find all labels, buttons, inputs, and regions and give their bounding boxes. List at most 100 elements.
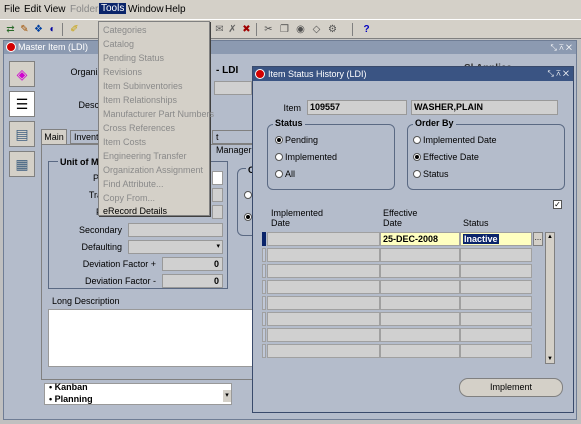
table-cell[interactable]: [267, 248, 380, 262]
row-indicator[interactable]: [262, 328, 266, 342]
edit-icon[interactable]: ✐: [68, 23, 81, 36]
menu-item-cross-references[interactable]: Cross References: [103, 123, 175, 133]
status-all-label[interactable]: All: [285, 169, 295, 179]
table-cell[interactable]: [380, 248, 460, 262]
order-effective-date-radio[interactable]: [413, 153, 421, 161]
order-implemented-date-radio[interactable]: [413, 136, 421, 144]
table-cell[interactable]: [267, 264, 380, 278]
new-icon[interactable]: ⇄: [4, 23, 17, 36]
item-detail-icon[interactable]: ☰: [9, 91, 35, 117]
window-controls-icon[interactable]: ⤡ ⊼ ✕: [548, 67, 569, 81]
table-cell[interactable]: [267, 280, 380, 294]
table-cell[interactable]: [380, 264, 460, 278]
tab-manager[interactable]: t Manager: [212, 130, 256, 155]
tab-main[interactable]: Main: [41, 129, 67, 145]
menu-item-item-costs[interactable]: Item Costs: [103, 137, 146, 147]
menu-item-mfg-part-numbers[interactable]: Manufacturer Part Numbers: [103, 109, 214, 119]
table-cell[interactable]: [267, 232, 380, 246]
table-cell[interactable]: [460, 264, 532, 278]
defaulting-select[interactable]: ▾: [128, 240, 223, 254]
table-cell[interactable]: [267, 312, 380, 326]
menu-item-subinventories[interactable]: Item Subinventories: [103, 81, 183, 91]
right-radio-1[interactable]: [244, 191, 252, 199]
table-cell[interactable]: [460, 344, 532, 358]
table-cell[interactable]: [267, 344, 380, 358]
order-status-radio[interactable]: [413, 170, 421, 178]
table-cell[interactable]: [460, 296, 532, 310]
scroll-down-icon[interactable]: ▼: [546, 355, 554, 363]
table-cell[interactable]: [460, 280, 532, 294]
attachments-icon[interactable]: ▤: [9, 121, 35, 147]
tracking-select[interactable]: [212, 188, 223, 202]
order-implemented-date-label[interactable]: Implemented Date: [423, 135, 497, 145]
copy-icon[interactable]: ❐: [278, 23, 291, 36]
table-cell[interactable]: Inactive: [460, 232, 532, 246]
table-cell[interactable]: [380, 296, 460, 310]
folder-checkbox[interactable]: ✓: [553, 200, 562, 209]
row-indicator[interactable]: [262, 312, 266, 326]
table-cell[interactable]: [380, 344, 460, 358]
scroll-up-icon[interactable]: ▲: [546, 233, 554, 241]
table-cell[interactable]: [460, 248, 532, 262]
summary-icon[interactable]: ▦: [9, 151, 35, 177]
menu-item-pending-status[interactable]: Pending Status: [103, 53, 164, 63]
status-implemented-radio[interactable]: [275, 153, 283, 161]
deviation-minus-field[interactable]: 0: [162, 274, 223, 288]
row-indicator[interactable]: [262, 296, 266, 310]
item-list-icon[interactable]: ◈: [9, 61, 35, 87]
list-item[interactable]: • Kanban: [49, 382, 88, 393]
menu-item-engineering-transfer[interactable]: Engineering Transfer: [103, 151, 187, 161]
long-description-field[interactable]: [48, 309, 256, 367]
menu-item-copy-from[interactable]: Copy From...: [103, 193, 155, 203]
secondary-field[interactable]: [128, 223, 223, 237]
menu-item-revisions[interactable]: Revisions: [103, 67, 142, 77]
folder-icon[interactable]: ◇: [310, 23, 323, 36]
deviation-plus-field[interactable]: 0: [162, 257, 223, 271]
list-item[interactable]: • Planning: [49, 394, 93, 405]
help-icon[interactable]: ◐: [46, 23, 59, 36]
menu-item-relationships[interactable]: Item Relationships: [103, 95, 177, 105]
scroll-down-icon[interactable]: ▾: [223, 390, 231, 402]
table-cell[interactable]: [380, 280, 460, 294]
open-icon[interactable]: ✎: [18, 23, 31, 36]
menu-edit[interactable]: Edit: [24, 4, 41, 15]
table-cell[interactable]: [380, 328, 460, 342]
menu-tools[interactable]: Tools: [99, 3, 127, 14]
lov-button[interactable]: ...: [533, 232, 543, 246]
order-effective-date-label[interactable]: Effective Date: [423, 152, 479, 162]
table-cell[interactable]: [267, 328, 380, 342]
menu-item-find-attribute[interactable]: Find Attribute...: [103, 179, 164, 189]
menu-window[interactable]: Window: [128, 4, 164, 15]
table-cell[interactable]: [460, 328, 532, 342]
current-row-indicator[interactable]: [262, 232, 266, 246]
row-indicator[interactable]: [262, 264, 266, 278]
menu-help[interactable]: Help: [165, 4, 186, 15]
table-cell[interactable]: [267, 296, 380, 310]
menu-file[interactable]: File: [4, 4, 20, 15]
table-cell[interactable]: 25-DEC-2008: [380, 232, 460, 246]
row-indicator[interactable]: [262, 248, 266, 262]
status-pending-label[interactable]: Pending: [285, 135, 318, 145]
menu-item-org-assignment[interactable]: Organization Assignment: [103, 165, 203, 175]
paste-icon[interactable]: ◉: [294, 23, 307, 36]
right-radio-2[interactable]: [244, 213, 252, 221]
pricing-select[interactable]: [212, 205, 223, 219]
window-controls-icon[interactable]: ⤡ ⊼ ✕: [551, 41, 572, 54]
attach-icon[interactable]: ✉: [213, 23, 226, 36]
menu-item-catalog[interactable]: Catalog: [103, 39, 134, 49]
save-icon[interactable]: ❖: [32, 23, 45, 36]
menu-folder[interactable]: Folder: [70, 4, 98, 15]
question-icon[interactable]: ?: [360, 23, 373, 36]
item-type-list[interactable]: • Kanban • Planning ▾: [44, 382, 232, 405]
status-implemented-label[interactable]: Implemented: [285, 152, 337, 162]
status-all-radio[interactable]: [275, 170, 283, 178]
clear-icon[interactable]: ✗: [226, 23, 239, 36]
close-icon[interactable]: [255, 69, 265, 79]
item-number-field[interactable]: 109557: [307, 100, 407, 115]
row-indicator[interactable]: [262, 280, 266, 294]
order-status-label[interactable]: Status: [423, 169, 449, 179]
table-cell[interactable]: [380, 312, 460, 326]
item-description-field[interactable]: WASHER,PLAIN: [411, 100, 558, 115]
implement-button[interactable]: Implement: [459, 378, 563, 397]
table-cell[interactable]: [460, 312, 532, 326]
